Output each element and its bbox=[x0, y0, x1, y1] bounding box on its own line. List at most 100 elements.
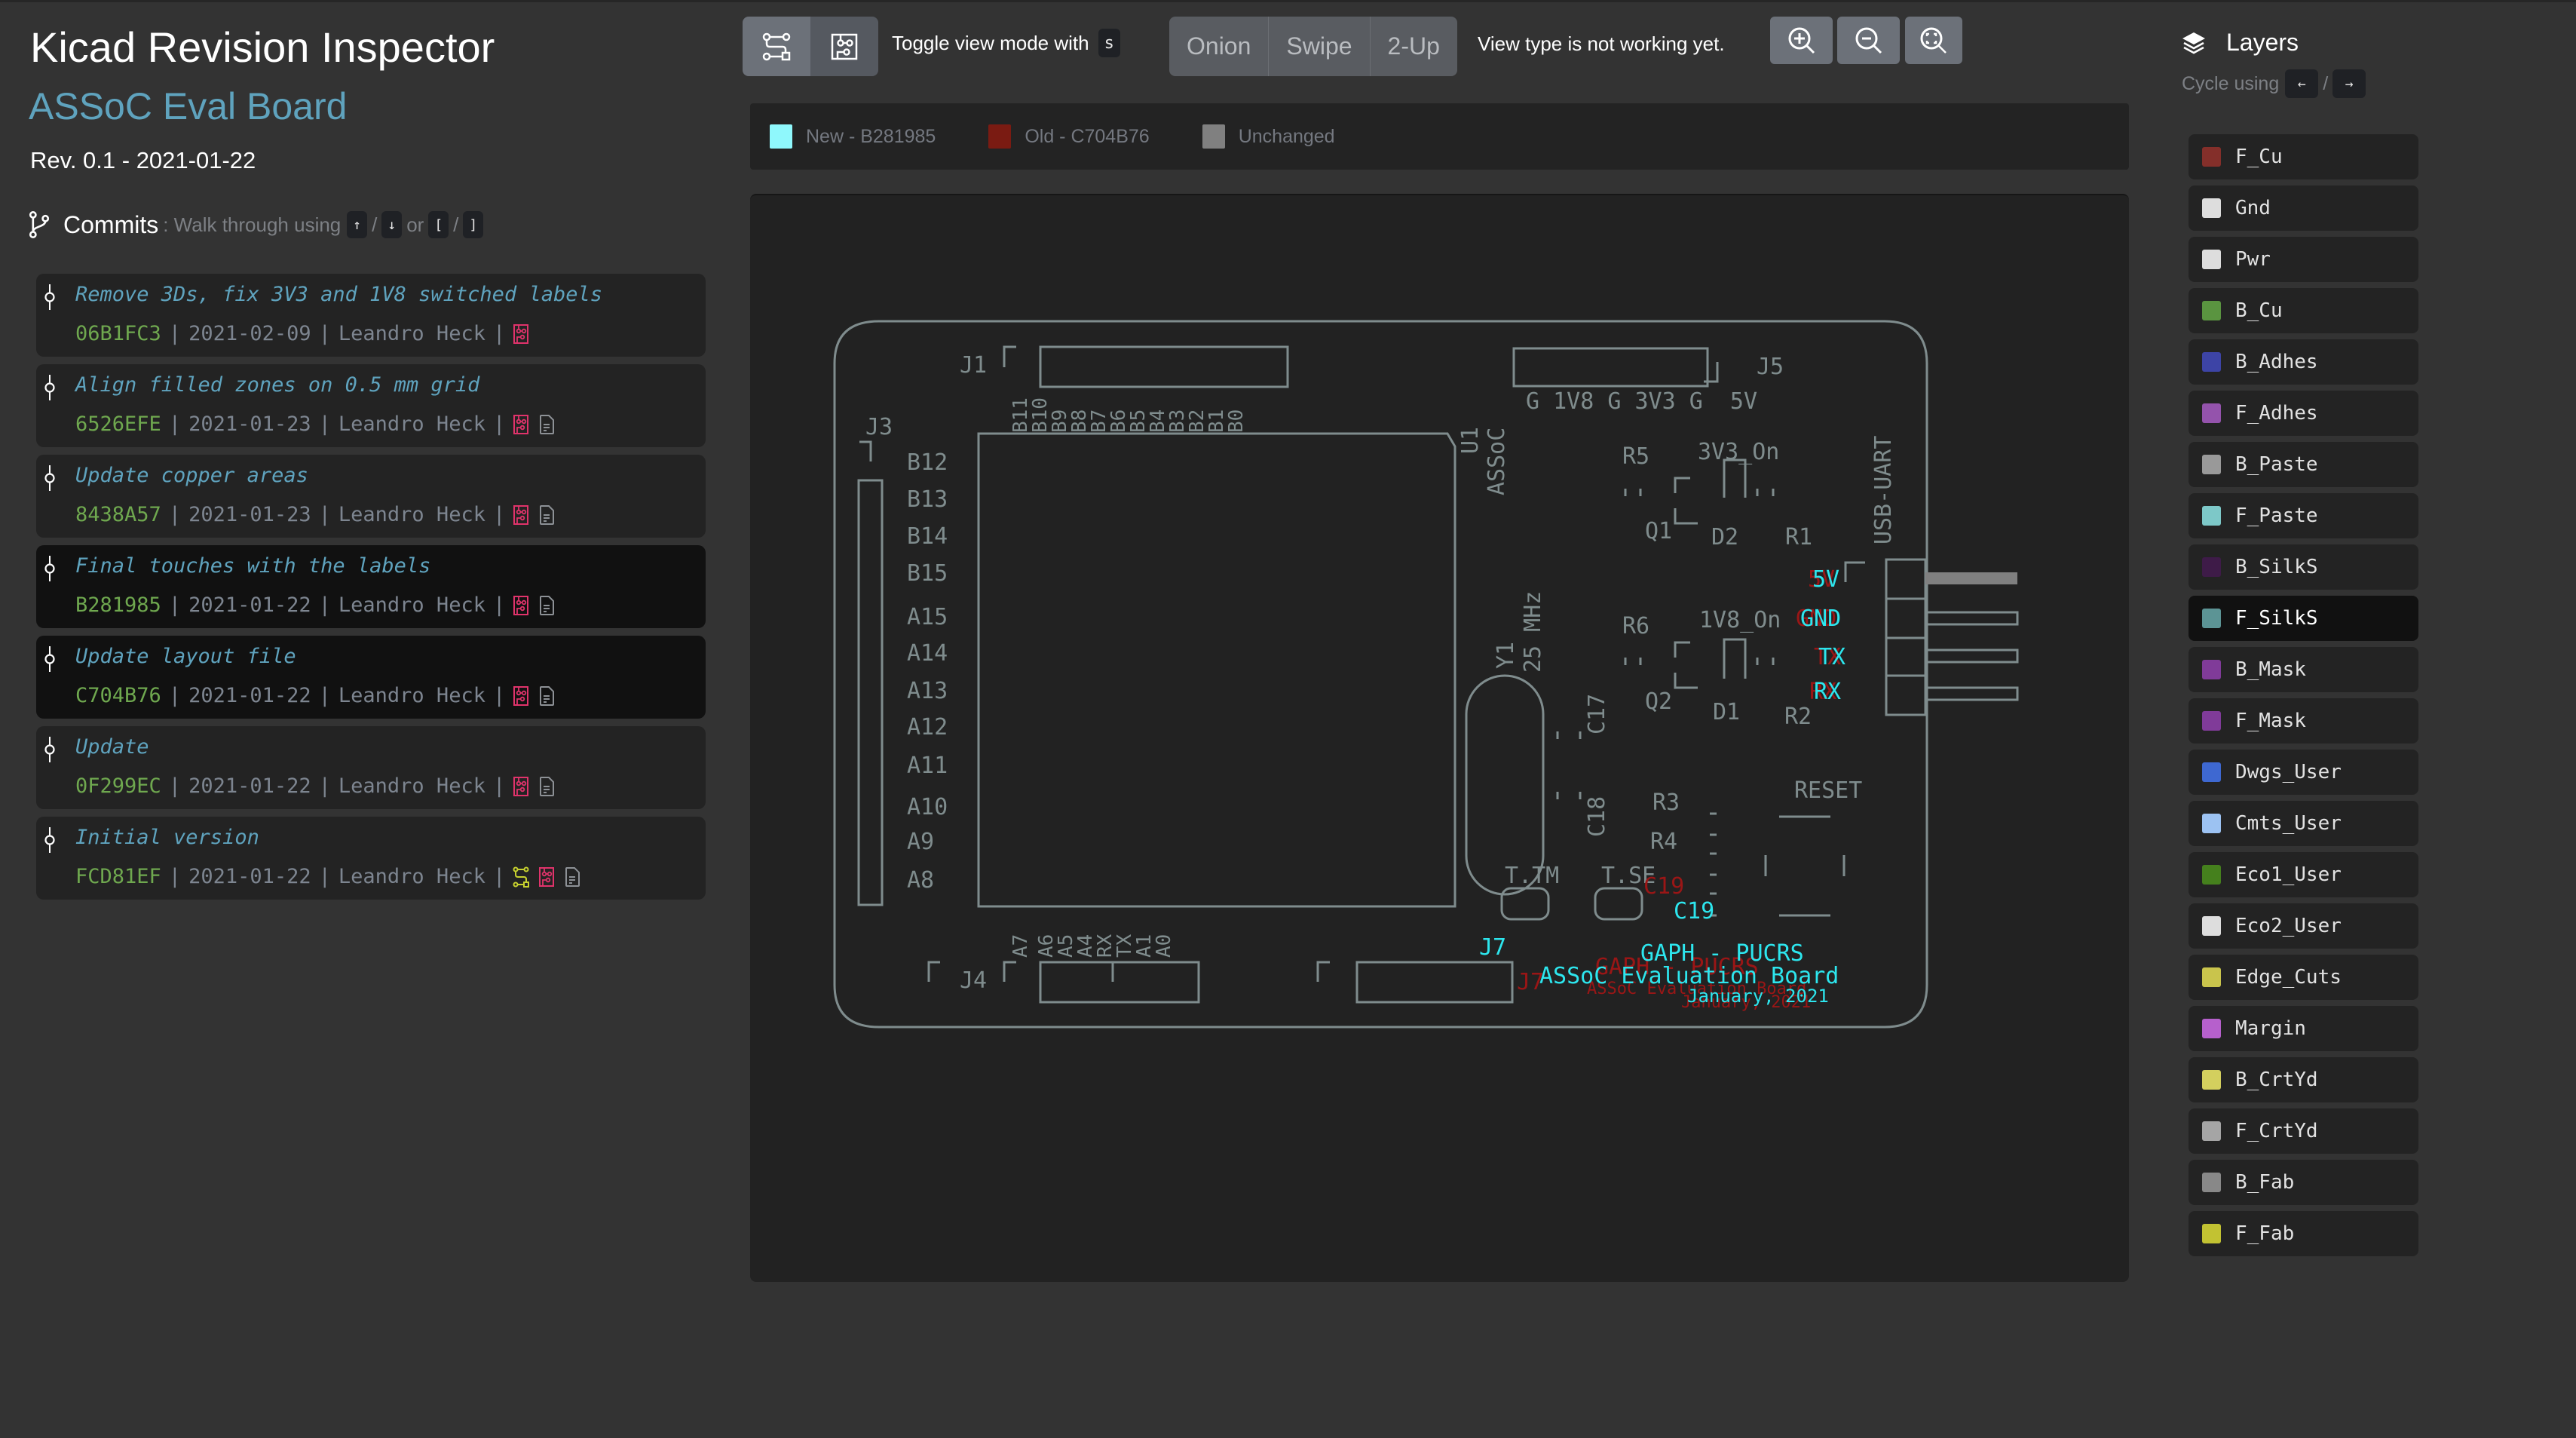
layer-item[interactable]: B_Cu bbox=[2189, 288, 2418, 333]
text-file-icon bbox=[565, 866, 580, 887]
j3-pin-label: A9 bbox=[907, 829, 934, 855]
layer-name: Eco1_User bbox=[2235, 863, 2342, 886]
j1-pin-label: B0 bbox=[1225, 409, 1248, 433]
r4-label: R4 bbox=[1650, 829, 1677, 855]
usb-uart-dividers bbox=[1886, 597, 1925, 677]
separator: | bbox=[318, 865, 331, 888]
legend-item: Old - C704B76 bbox=[988, 124, 1150, 149]
commit-node-icon bbox=[44, 465, 55, 491]
commit-author: Leandro Heck bbox=[338, 412, 485, 436]
q1-label: Q1 bbox=[1645, 518, 1672, 544]
text-file-icon bbox=[540, 685, 555, 706]
layer-item[interactable]: F_Mask bbox=[2189, 698, 2418, 744]
layer-item[interactable]: B_Fab bbox=[2189, 1160, 2418, 1205]
schematic-view-button[interactable] bbox=[743, 17, 810, 76]
view-type-2up[interactable]: 2-Up bbox=[1370, 17, 1457, 76]
legend-swatch bbox=[770, 124, 792, 149]
layer-item[interactable]: F_Adhes bbox=[2189, 391, 2418, 436]
zoom-in-button[interactable] bbox=[1770, 17, 1833, 64]
j4-pin-label: A7 bbox=[1009, 934, 1032, 958]
key-separator: / bbox=[2323, 72, 2329, 94]
commit-item[interactable]: Initial version FCD81EF | 2021-01-22 | Leandr… bbox=[36, 817, 706, 900]
layer-item[interactable]: B_Paste bbox=[2189, 442, 2418, 487]
or-label: or bbox=[406, 213, 424, 236]
commit-date: 2021-01-22 bbox=[188, 865, 311, 888]
commit-author: Leandro Heck bbox=[338, 593, 485, 617]
commit-message: Final touches with the labels bbox=[75, 554, 431, 578]
layer-item[interactable]: Pwr bbox=[2189, 237, 2418, 282]
layer-item[interactable]: B_SilkS bbox=[2189, 544, 2418, 590]
layer-item[interactable]: B_Adhes bbox=[2189, 339, 2418, 385]
commit-item[interactable]: Update layout file C704B76 | 2021-01-22 | Lea… bbox=[36, 636, 706, 719]
pcb-icon bbox=[513, 685, 529, 706]
commit-node-icon bbox=[44, 284, 55, 310]
j3-pin-label: B14 bbox=[907, 523, 948, 550]
separator: | bbox=[492, 322, 506, 345]
commit-author: Leandro Heck bbox=[338, 322, 485, 345]
commit-meta: 06B1FC3 | 2021-02-09 | Leandro Heck | bbox=[75, 322, 538, 345]
j3-pin-label: A12 bbox=[907, 714, 948, 740]
legend-item: New - B281985 bbox=[770, 124, 936, 149]
layer-color-swatch bbox=[2202, 1070, 2221, 1090]
zoom-fit-button[interactable] bbox=[1905, 17, 1962, 64]
layer-color-swatch bbox=[2202, 609, 2221, 628]
layer-name: Gnd bbox=[2235, 197, 2271, 219]
zoom-out-button[interactable] bbox=[1837, 17, 1900, 64]
key-left: ← bbox=[2285, 69, 2319, 98]
j4-pin1-marker bbox=[927, 961, 940, 982]
commit-message: Initial version bbox=[75, 826, 259, 849]
u1-outline bbox=[977, 432, 1456, 908]
commit-hash: C704B76 bbox=[75, 684, 161, 707]
separator: | bbox=[492, 865, 506, 888]
layer-item[interactable]: B_CrtYd bbox=[2189, 1057, 2418, 1102]
pcb-icon bbox=[831, 33, 858, 60]
layer-name: B_Paste bbox=[2235, 453, 2318, 476]
layer-item[interactable]: F_Cu bbox=[2189, 134, 2418, 179]
layer-item[interactable]: Eco2_User bbox=[2189, 903, 2418, 949]
commit-author: Leandro Heck bbox=[338, 774, 485, 798]
layer-color-swatch bbox=[2202, 301, 2221, 320]
commit-meta: FCD81EF | 2021-01-22 | Leandro Heck | bbox=[75, 865, 590, 888]
commit-item[interactable]: Final touches with the labels B281985 | 202… bbox=[36, 545, 706, 628]
layer-item[interactable]: F_Paste bbox=[2189, 493, 2418, 538]
view-type-swipe[interactable]: Swipe bbox=[1269, 17, 1371, 76]
uart-pin-label-new: RX bbox=[1814, 679, 1841, 705]
git-branch-icon bbox=[29, 211, 50, 238]
layer-name: F_Paste bbox=[2235, 504, 2318, 527]
layer-item[interactable]: F_CrtYd bbox=[2189, 1108, 2418, 1154]
on3v3-label: 3V3_On bbox=[1698, 439, 1779, 465]
commit-item[interactable]: Update copper areas 8438A57 | 2021-01-23 | Le… bbox=[36, 455, 706, 538]
layers-cycle-hint: Cycle using ← / → bbox=[2182, 69, 2366, 98]
j1-pin-labels: B11B10B9B8B7B6B5B4B3B2B1B0 bbox=[1009, 397, 1248, 433]
pcb-viewer[interactable]: J1 B11 B10 B9 B8 B7 B6 B5 B4 B3 B2 B1 B0 J5 G 1V8 G… bbox=[750, 194, 2129, 1282]
commit-author: Leandro Heck bbox=[338, 503, 485, 526]
layer-item[interactable]: Margin bbox=[2189, 1006, 2418, 1051]
layer-item[interactable]: Cmts_User bbox=[2189, 801, 2418, 846]
layer-item[interactable]: F_SilkS bbox=[2189, 596, 2418, 641]
layer-item[interactable]: F_Fab bbox=[2189, 1211, 2418, 1256]
j3-pin-label: B13 bbox=[907, 486, 948, 513]
layer-item[interactable]: B_Mask bbox=[2189, 647, 2418, 692]
commit-item[interactable]: Align filled zones on 0.5 mm grid 6526EFE… bbox=[36, 364, 706, 447]
layer-item[interactable]: Gnd bbox=[2189, 185, 2418, 231]
commit-item[interactable]: Update 0F299EC | 2021-01-22 | Leandro Heck | bbox=[36, 726, 706, 809]
view-type-onion[interactable]: Onion bbox=[1169, 17, 1270, 76]
top-border bbox=[0, 0, 2576, 2]
commit-item[interactable]: Remove 3Ds, fix 3V3 and 1V8 switched lab… bbox=[36, 274, 706, 357]
layer-name: B_Adhes bbox=[2235, 351, 2318, 373]
layer-item[interactable]: Dwgs_User bbox=[2189, 750, 2418, 795]
j3-pin-label: A14 bbox=[907, 640, 948, 667]
key-s: s bbox=[1098, 29, 1120, 57]
separator: | bbox=[168, 593, 182, 617]
commit-date: 2021-01-23 bbox=[188, 503, 311, 526]
layer-name: F_Adhes bbox=[2235, 402, 2318, 425]
layer-item[interactable]: Eco1_User bbox=[2189, 852, 2418, 897]
j3-pin-label: B15 bbox=[907, 560, 948, 587]
layer-color-swatch bbox=[2202, 660, 2221, 679]
layer-color-swatch bbox=[2202, 250, 2221, 269]
layer-color-swatch bbox=[2202, 506, 2221, 526]
layer-item[interactable]: Edge_Cuts bbox=[2189, 955, 2418, 1000]
layer-color-swatch bbox=[2202, 762, 2221, 782]
pcb-view-button[interactable] bbox=[810, 17, 878, 76]
r3-label: R3 bbox=[1652, 790, 1680, 816]
